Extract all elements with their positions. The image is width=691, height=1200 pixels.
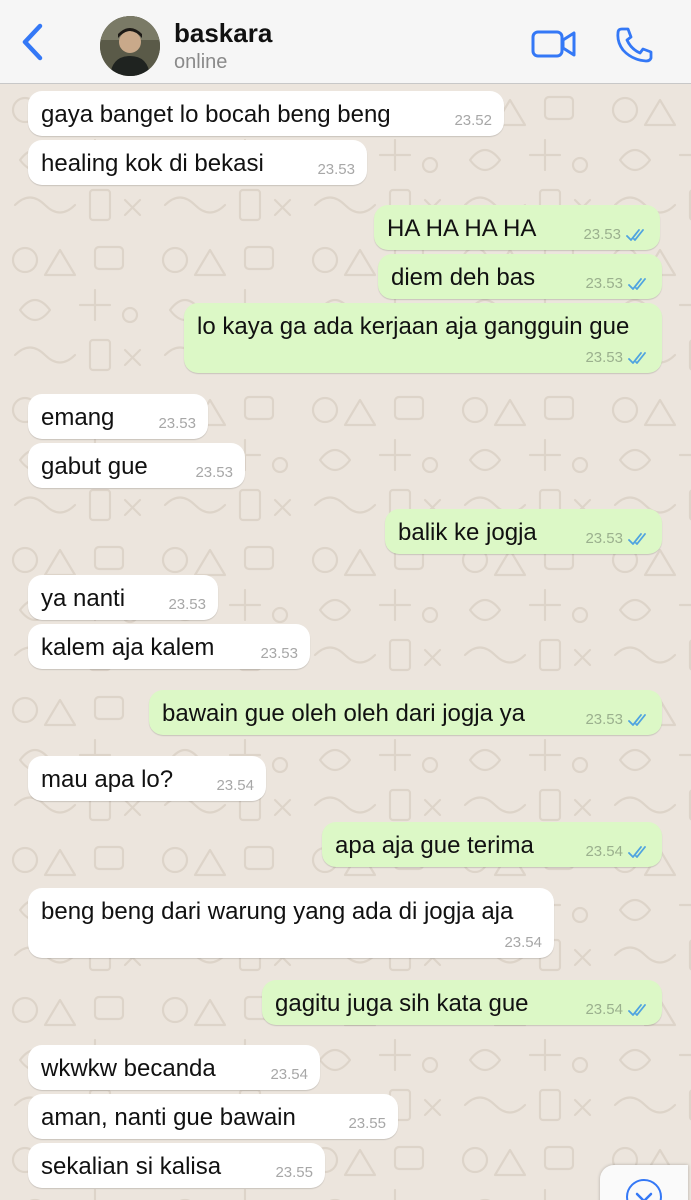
read-receipt-icon	[628, 1003, 646, 1016]
read-receipt-icon	[628, 277, 646, 290]
chevron-down-circle-icon	[626, 1179, 662, 1200]
outgoing-message[interactable]: apa aja gue terima 23.54	[322, 822, 662, 867]
message-meta: 23.53	[260, 645, 298, 662]
message-time: 23.53	[317, 161, 355, 178]
message-text: diem deh bas	[391, 264, 536, 291]
incoming-message[interactable]: gabut gue 23.53	[28, 443, 245, 488]
chat-header: baskara online	[0, 0, 691, 84]
message-meta: 23.54	[504, 934, 542, 951]
message-list[interactable]: gaya banget lo bocah beng beng 23.52 heali…	[0, 85, 691, 1200]
back-button[interactable]	[14, 20, 50, 64]
message-text: gabut gue	[41, 453, 148, 480]
message-meta: 23.53	[583, 226, 648, 243]
message-time: 23.54	[585, 843, 623, 860]
message-time: 23.55	[348, 1115, 386, 1132]
chevron-left-icon	[22, 23, 43, 61]
outgoing-message[interactable]: gagitu juga sih kata gue 23.54	[262, 980, 662, 1025]
message-text: ya nanti	[41, 585, 126, 612]
message-time: 23.53	[195, 464, 233, 481]
incoming-message[interactable]: gaya banget lo bocah beng beng 23.52	[28, 91, 504, 136]
message-text: kalem aja kalem	[41, 634, 215, 661]
incoming-message[interactable]: ya nanti 23.53	[28, 575, 218, 620]
message-meta: 23.55	[348, 1115, 386, 1132]
contact-avatar[interactable]	[100, 16, 160, 76]
read-receipt-icon	[628, 713, 646, 726]
message-meta: 23.54	[216, 777, 254, 794]
message-time: 23.53	[158, 415, 196, 432]
message-time: 23.53	[260, 645, 298, 662]
read-receipt-icon	[628, 532, 646, 545]
message-time: 23.54	[270, 1066, 308, 1083]
incoming-message[interactable]: beng beng dari warung yang ada di jogja …	[28, 888, 554, 958]
message-meta: 23.53	[585, 349, 650, 366]
message-text: bawain gue oleh oleh dari jogja ya	[162, 700, 525, 727]
message-time: 23.54	[585, 1001, 623, 1018]
message-meta: 23.54	[270, 1066, 308, 1083]
outgoing-message[interactable]: lo kaya ga ada kerjaan aja gangguin gue 2…	[184, 303, 662, 373]
video-call-button[interactable]	[530, 24, 578, 64]
voice-call-button[interactable]	[612, 24, 656, 64]
outgoing-message[interactable]: balik ke jogja 23.53	[385, 509, 662, 554]
message-meta: 23.53	[585, 711, 650, 728]
incoming-message[interactable]: wkwkw becanda 23.54	[28, 1045, 320, 1090]
message-time: 23.55	[275, 1164, 313, 1181]
message-text: wkwkw becanda	[41, 1055, 216, 1082]
message-time: 23.54	[216, 777, 254, 794]
outgoing-message[interactable]: bawain gue oleh oleh dari jogja ya 23.53	[149, 690, 662, 735]
message-time: 23.53	[585, 711, 623, 728]
message-time: 23.53	[585, 349, 623, 366]
message-time: 23.53	[583, 226, 621, 243]
message-meta: 23.54	[585, 843, 650, 860]
incoming-message[interactable]: kalem aja kalem 23.53	[28, 624, 310, 669]
message-text: balik ke jogja	[398, 519, 537, 546]
incoming-message[interactable]: emang 23.53	[28, 394, 208, 439]
read-receipt-icon	[628, 351, 646, 364]
read-receipt-icon	[628, 845, 646, 858]
message-time: 23.53	[168, 596, 206, 613]
contact-status: online	[174, 51, 228, 73]
incoming-message[interactable]: sekalian si kalisa 23.55	[28, 1143, 325, 1188]
message-text: beng beng dari warung yang ada di jogja …	[41, 898, 514, 925]
message-meta: 23.53	[585, 530, 650, 547]
phone-icon	[616, 27, 653, 63]
message-time: 23.53	[585, 530, 623, 547]
message-meta: 23.53	[168, 596, 206, 613]
message-text: mau apa lo?	[41, 766, 174, 793]
incoming-message[interactable]: aman, nanti gue bawain 23.55	[28, 1094, 398, 1139]
message-time: 23.53	[585, 275, 623, 292]
message-text: emang	[41, 404, 115, 431]
scroll-to-bottom-button[interactable]	[600, 1165, 688, 1200]
message-text: sekalian si kalisa	[41, 1153, 222, 1180]
message-meta: 23.52	[454, 112, 492, 129]
message-meta: 23.53	[158, 415, 196, 432]
message-text: apa aja gue terima	[335, 832, 534, 859]
outgoing-message[interactable]: diem deh bas 23.53	[378, 254, 662, 299]
video-camera-icon	[531, 30, 576, 58]
message-meta: 23.53	[317, 161, 355, 178]
message-text: lo kaya ga ada kerjaan aja gangguin gue	[197, 313, 630, 340]
outgoing-message[interactable]: HA HA HA HA 23.53	[374, 205, 660, 250]
contact-name[interactable]: baskara	[174, 18, 272, 49]
message-meta: 23.54	[585, 1001, 650, 1018]
message-text: gagitu juga sih kata gue	[275, 990, 529, 1017]
message-meta: 23.53	[195, 464, 233, 481]
message-text: HA HA HA HA	[387, 215, 537, 242]
message-text: gaya banget lo bocah beng beng	[41, 101, 391, 128]
message-time: 23.52	[454, 112, 492, 129]
message-text: aman, nanti gue bawain	[41, 1104, 296, 1131]
message-text: healing kok di bekasi	[41, 150, 264, 177]
message-time: 23.54	[504, 934, 542, 951]
incoming-message[interactable]: mau apa lo? 23.54	[28, 756, 266, 801]
read-receipt-icon	[626, 228, 644, 241]
incoming-message[interactable]: healing kok di bekasi 23.53	[28, 140, 367, 185]
message-meta: 23.53	[585, 275, 650, 292]
message-meta: 23.55	[275, 1164, 313, 1181]
